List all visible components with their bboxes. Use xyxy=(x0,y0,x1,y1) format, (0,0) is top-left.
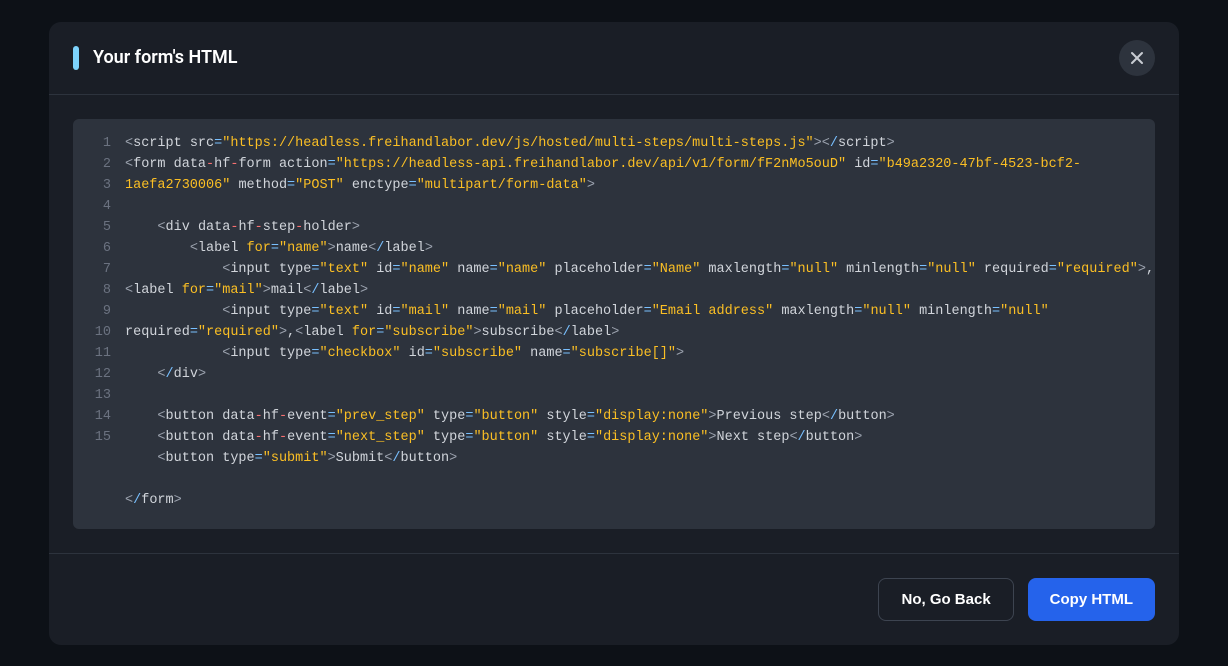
line-number: 4 xyxy=(91,196,111,217)
line-content xyxy=(125,196,1137,217)
line-content: <input type="text" id="name" name="name"… xyxy=(125,259,1154,280)
accent-bar-icon xyxy=(73,46,79,70)
line-content xyxy=(125,385,1137,406)
line-content: <button data-hf-event="prev_step" type="… xyxy=(125,406,1137,427)
line-number: 1 xyxy=(91,133,111,154)
line-number: 14 xyxy=(91,406,111,427)
line-content: <form data-hf-form action="https://headl… xyxy=(125,154,1137,175)
line-content: <input type="checkbox" id="subscribe" na… xyxy=(125,343,1137,364)
line-number: 9 xyxy=(91,301,111,322)
modal-dialog: Your form's HTML 1 <script src="https://h… xyxy=(49,22,1179,645)
code-line: 13 xyxy=(91,385,1137,406)
line-content: <button data-hf-event="next_step" type="… xyxy=(125,427,1137,448)
code-line: 12 </div> xyxy=(91,364,1137,385)
code-line: 14 <button data-hf-event="prev_step" typ… xyxy=(91,406,1137,427)
line-number: 2 xyxy=(91,154,111,175)
code-line xyxy=(91,469,1137,490)
modal-footer: No, Go Back Copy HTML xyxy=(49,553,1179,645)
code-line: 10 required="required">,<label for="subsc… xyxy=(91,322,1137,343)
code-line: 9 <input type="text" id="mail" name="mai… xyxy=(91,301,1137,322)
modal-header: Your form's HTML xyxy=(49,22,1179,95)
line-number: 10 xyxy=(91,322,111,343)
line-number: 12 xyxy=(91,364,111,385)
line-number: 3 xyxy=(91,175,111,196)
line-content: <label for="name">name</label> xyxy=(125,238,1137,259)
code-line: 1 <script src="https://headless.freihandl… xyxy=(91,133,1137,154)
line-number: 13 xyxy=(91,385,111,406)
line-content: </form> xyxy=(125,490,1137,511)
line-content: <label for="mail">mail</label> xyxy=(125,280,1137,301)
code-line: 4 xyxy=(91,196,1137,217)
close-icon xyxy=(1130,51,1144,65)
code-line: 3 1aefa2730006" method="POST" enctype="mu… xyxy=(91,175,1137,196)
code-line: 5 <div data-hf-step-holder> xyxy=(91,217,1137,238)
line-number: 15 xyxy=(91,427,111,448)
modal-title: Your form's HTML xyxy=(93,47,238,68)
code-line: <button type="submit">Submit</button> xyxy=(91,448,1137,469)
go-back-button[interactable]: No, Go Back xyxy=(878,578,1013,621)
code-line: 11 <input type="checkbox" id="subscribe"… xyxy=(91,343,1137,364)
code-line: 15 <button data-hf-event="next_step" typ… xyxy=(91,427,1137,448)
line-number: 6 xyxy=(91,238,111,259)
line-content: <input type="text" id="mail" name="mail"… xyxy=(125,301,1137,322)
line-number: 11 xyxy=(91,343,111,364)
copy-html-button[interactable]: Copy HTML xyxy=(1028,578,1155,621)
code-line: 7 <input type="text" id="name" name="nam… xyxy=(91,259,1137,280)
line-content: <script src="https://headless.freihandla… xyxy=(125,133,1137,154)
code-block[interactable]: 1 <script src="https://headless.freihandl… xyxy=(73,119,1155,529)
code-line: 8 <label for="mail">mail</label> xyxy=(91,280,1137,301)
line-content: <div data-hf-step-holder> xyxy=(125,217,1137,238)
modal-body: 1 <script src="https://headless.freihandl… xyxy=(49,95,1179,553)
code-line: </form> xyxy=(91,490,1137,511)
line-content: 1aefa2730006" method="POST" enctype="mul… xyxy=(125,175,1137,196)
line-number: 8 xyxy=(91,280,111,301)
line-content: <button type="submit">Submit</button> xyxy=(125,448,1137,469)
line-number: 5 xyxy=(91,217,111,238)
code-line: 2 <form data-hf-form action="https://head… xyxy=(91,154,1137,175)
code-line: 6 <label for="name">name</label> xyxy=(91,238,1137,259)
close-button[interactable] xyxy=(1119,40,1155,76)
line-content xyxy=(125,469,1137,490)
line-content: required="required">,<label for="subscri… xyxy=(125,322,1137,343)
header-left: Your form's HTML xyxy=(73,46,238,70)
line-number: 7 xyxy=(91,259,111,280)
line-content: </div> xyxy=(125,364,1137,385)
